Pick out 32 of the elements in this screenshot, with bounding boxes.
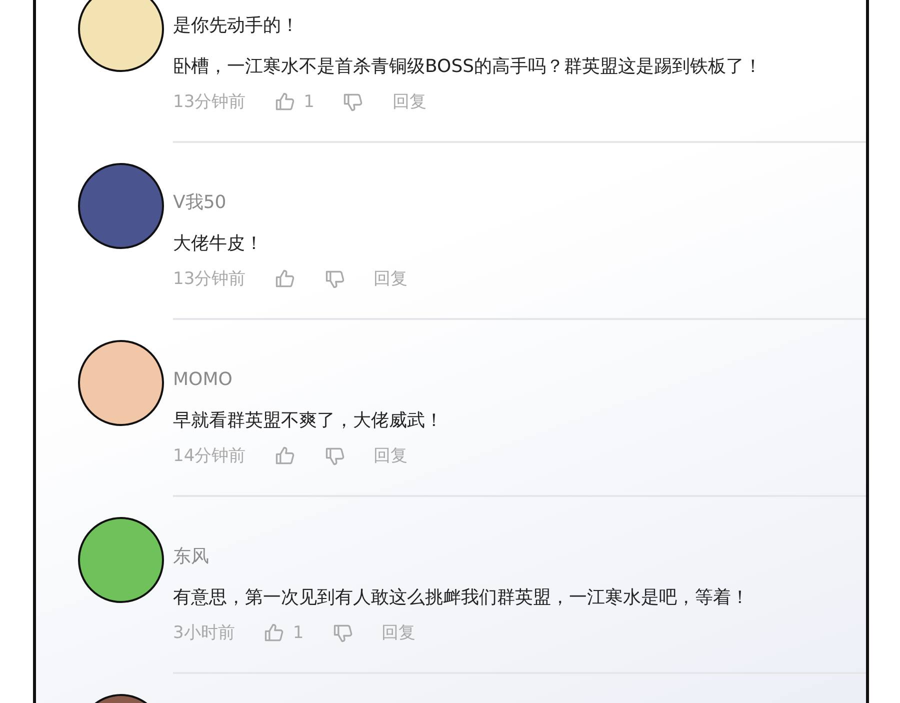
- dislike-button[interactable]: [324, 445, 346, 467]
- like-button[interactable]: 1: [274, 90, 314, 114]
- reply-button[interactable]: 回复: [382, 621, 416, 645]
- reply-button[interactable]: 回复: [374, 444, 408, 468]
- timestamp: 13分钟前: [173, 91, 246, 114]
- dislike-button[interactable]: [324, 268, 346, 290]
- thumbs-down-icon: [324, 445, 346, 467]
- comment-text: 有意思，第一次见到有人敢这么挑衅我们群英盟，一江寒水是吧，等着！: [173, 586, 750, 610]
- like-button[interactable]: [274, 445, 296, 467]
- thumbs-up-icon: [274, 268, 296, 290]
- dislike-button[interactable]: [332, 622, 354, 644]
- timestamp: 14分钟前: [173, 445, 246, 468]
- thumbs-up-icon: [274, 445, 296, 467]
- thumbs-up-icon: [274, 91, 296, 113]
- username: 是你先动手的！: [173, 14, 300, 38]
- reply-button[interactable]: 回复: [392, 90, 426, 114]
- thumbs-down-icon: [324, 268, 346, 290]
- comment-text: 卧槽，一江寒水不是首杀青铜级BOSS的高手吗？群英盟这是踢到铁板了！: [173, 55, 764, 79]
- timestamp: 3小时前: [173, 622, 235, 645]
- timestamp: 13分钟前: [173, 268, 246, 291]
- thumbs-up-icon: [262, 622, 285, 644]
- comment-text: 早就看群英盟不爽了，大佬威武！: [173, 409, 444, 433]
- like-button[interactable]: 1: [262, 621, 304, 645]
- thumbs-down-icon: [332, 622, 354, 644]
- like-button[interactable]: [274, 268, 296, 290]
- username: V我50: [173, 191, 228, 215]
- username: 东风: [173, 545, 210, 569]
- reply-button[interactable]: 回复: [374, 267, 408, 291]
- thumbs-down-icon: [342, 91, 364, 113]
- comment-text: 大佬牛皮！: [173, 232, 264, 256]
- username: MOMO: [173, 368, 234, 392]
- dislike-button[interactable]: [342, 91, 364, 113]
